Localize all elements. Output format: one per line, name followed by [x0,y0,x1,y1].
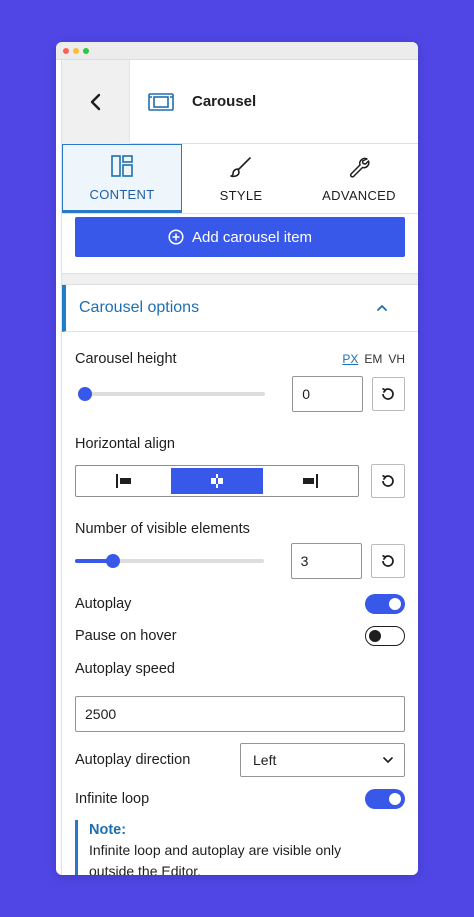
align-right-button[interactable] [263,468,356,494]
reset-align-button[interactable] [371,464,405,498]
carousel-icon [148,92,174,112]
unit-vh[interactable]: VH [388,352,405,366]
carousel-height-slider[interactable] [78,387,266,401]
section-body: Carousel height PX EM VH 0 Horizontal al… [62,351,418,875]
add-carousel-item-button[interactable]: Add carousel item [75,217,405,257]
browser-window: Carousel CONTENT STYLE ADVANCED Add caro… [56,42,418,875]
infinite-loop-row: Infinite loop [75,789,405,809]
autoplay-row: Autoplay [75,594,405,614]
tab-content-label: CONTENT [89,186,155,202]
panel-header: Carousel [62,59,418,144]
slider-handle[interactable] [78,387,92,401]
tab-advanced[interactable]: ADVANCED [300,144,418,213]
horizontal-align-control [75,464,405,498]
note-text-line1: Infinite loop and autoplay are visible o… [89,842,342,858]
autoplay-toggle[interactable] [365,594,405,614]
section-title: Carousel options [79,299,200,316]
settings-panel: Carousel CONTENT STYLE ADVANCED Add caro… [61,59,418,875]
widget-title: Carousel [192,93,257,110]
visible-elements-label: Number of visible elements [75,521,250,537]
horizontal-align-header: Horizontal align [75,435,405,453]
back-button[interactable] [62,59,130,144]
align-center-icon [211,474,224,488]
chevron-left-icon [90,93,100,110]
unit-em[interactable]: EM [364,352,382,366]
maximize-window-dot[interactable] [83,47,89,54]
note-text-line2: outside the Editor. [89,863,202,875]
chevron-up-icon [377,305,387,311]
slider-handle[interactable] [105,554,120,568]
autoplay-direction-label: Autoplay direction [75,752,191,768]
wrench-icon [349,157,370,178]
toggle-thumb [389,793,401,805]
pause-on-hover-toggle[interactable] [365,626,405,646]
window-titlebar [56,42,418,60]
autoplay-direction-row: Autoplay direction Left [75,743,405,777]
infinite-loop-label: Infinite loop [75,791,150,807]
autoplay-speed-input[interactable]: 2500 [75,696,405,732]
carousel-height-label: Carousel height [75,351,177,367]
unit-switcher: PX EM VH [342,352,405,366]
autoplay-direction-select[interactable]: Left [240,743,405,777]
section-divider [62,274,418,285]
close-window-dot[interactable] [63,47,69,54]
align-right-icon [302,474,318,488]
visible-elements-input[interactable]: 3 [290,543,363,579]
chevron-down-icon [383,757,393,763]
align-button-group [75,465,360,497]
reset-visible-elements-button[interactable] [371,544,405,578]
carousel-height-header: Carousel height PX EM VH [75,351,405,367]
plus-circle-icon [168,229,184,245]
pause-on-hover-row: Pause on hover [75,626,405,646]
layout-icon [111,154,133,177]
tab-style-label: STYLE [219,187,263,203]
visible-elements-control: 3 [75,543,405,579]
align-left-icon [116,474,132,488]
toggle-thumb [369,630,381,642]
reset-height-button[interactable] [371,377,405,411]
reset-icon [382,554,394,567]
infinite-loop-toggle[interactable] [365,789,405,809]
autoplay-speed-label: Autoplay speed [75,661,175,677]
visible-elements-slider[interactable] [75,554,264,568]
pause-on-hover-label: Pause on hover [75,628,177,644]
editor-note: Note: Infinite loop and autoplay are vis… [75,820,405,875]
brush-icon [230,156,251,177]
panel-tabs: CONTENT STYLE ADVANCED [62,144,418,214]
carousel-height-input[interactable]: 0 [292,376,363,412]
tab-content[interactable]: CONTENT [62,144,182,213]
unit-px[interactable]: PX [342,352,358,366]
reset-icon [382,474,394,487]
toggle-thumb [389,598,401,610]
horizontal-align-label: Horizontal align [75,436,175,452]
autoplay-label: Autoplay [75,596,132,612]
carousel-height-control: 0 [75,376,405,412]
add-carousel-item-label: Add carousel item [191,228,313,246]
align-left-button[interactable] [78,468,171,494]
note-title: Note: [89,822,127,838]
reset-icon [382,387,395,400]
visible-elements-header: Number of visible elements [75,520,405,538]
tab-advanced-label: ADVANCED [322,187,396,203]
carousel-options-header[interactable]: Carousel options [62,285,418,332]
align-center-button[interactable] [170,468,264,494]
autoplay-speed-header: Autoplay speed [75,660,405,678]
autoplay-direction-value: Left [253,752,277,768]
add-item-wrapper: Add carousel item [62,214,418,274]
minimize-window-dot[interactable] [73,47,79,54]
tab-style[interactable]: STYLE [182,144,300,213]
